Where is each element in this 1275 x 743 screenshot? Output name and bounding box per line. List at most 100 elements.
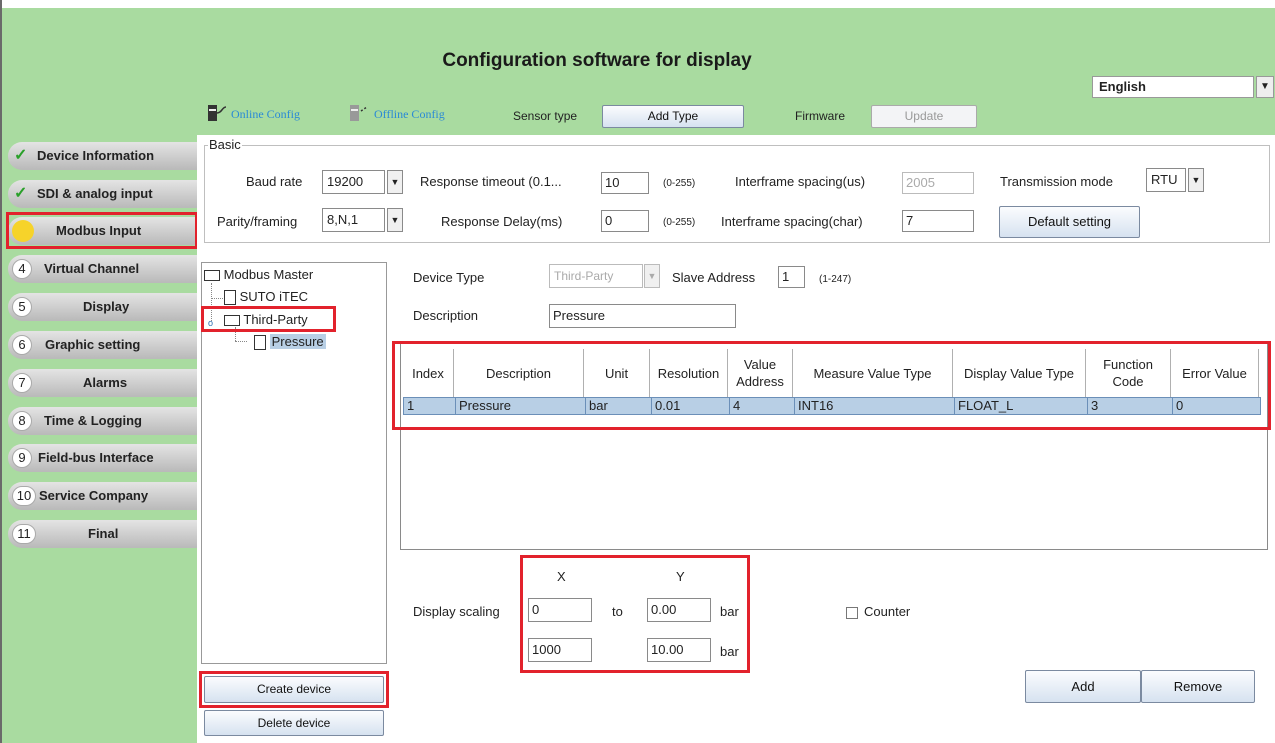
sidebar-item-graphic-setting[interactable]: 6 Graphic setting [8, 331, 198, 359]
sidebar-item-display[interactable]: 5 Display [8, 293, 198, 321]
response-delay-input[interactable]: 0 [601, 210, 649, 232]
chevron-down-icon[interactable]: ▼ [1256, 76, 1274, 98]
sidebar-item-label: Time & Logging [44, 413, 142, 428]
parity-select[interactable]: 8,N,1 [322, 208, 385, 232]
offline-config-link[interactable]: Offline Config [374, 107, 445, 122]
table-cell: INT16 [794, 398, 954, 414]
tree-root-label: Modbus Master [223, 267, 314, 282]
tree-leaf-pressure[interactable]: Pressure [254, 334, 326, 351]
step-number: 11 [12, 524, 36, 544]
sidebar-item-label: Service Company [39, 488, 149, 503]
column-header[interactable]: Error Value [1171, 349, 1259, 397]
interframe-us-input[interactable]: 2005 [902, 172, 974, 194]
chevron-down-icon[interactable]: ▼ [387, 208, 403, 232]
scaling-x2-input[interactable]: 1000 [528, 638, 592, 662]
tree-connector [235, 327, 237, 341]
slave-address-input[interactable]: 1 [778, 266, 805, 288]
chevron-down-icon[interactable]: ▼ [644, 264, 660, 288]
scaling-y1-input[interactable]: 0.00 [647, 598, 711, 622]
online-plug-icon[interactable] [206, 103, 228, 125]
sidebar-item-field-bus-interface[interactable]: 9 Field-bus Interface [8, 444, 198, 472]
folder-icon [224, 315, 240, 327]
online-config-link[interactable]: Online Config [231, 107, 300, 122]
file-icon [254, 335, 266, 351]
interframe-char-input[interactable]: 7 [902, 210, 974, 232]
interframe-char-label: Interframe spacing(char) [721, 214, 863, 229]
table-cell: 3 [1087, 398, 1172, 414]
chevron-down-icon[interactable]: ▼ [1188, 168, 1204, 192]
device-type-select[interactable]: Third-Party [549, 264, 643, 288]
sidebar-item-final[interactable]: 11 Final [8, 520, 198, 548]
column-header[interactable]: Display Value Type [953, 349, 1086, 397]
device-type-label: Device Type [413, 270, 485, 285]
sidebar-item-label: Field-bus Interface [38, 450, 154, 465]
sidebar-item-sdi-analog-input[interactable]: ✓ SDI & analog input [8, 180, 198, 208]
step-number: 4 [12, 259, 32, 279]
expand-toggle-icon[interactable]: o [208, 318, 213, 328]
app-window: Configuration software for display Engli… [0, 0, 1275, 743]
response-timeout-label: Response timeout (0.1... [420, 174, 562, 189]
sidebar-item-modbus-input[interactable]: Modbus Input [8, 217, 198, 245]
sidebar-item-service-company[interactable]: 10 Service Company [8, 482, 198, 510]
scaling-x1-input[interactable]: 0 [528, 598, 592, 622]
table-cell: 1 [407, 398, 415, 413]
table-cell: 0.01 [651, 398, 729, 414]
column-header[interactable]: Index [403, 349, 454, 397]
counter-checkbox[interactable] [846, 607, 858, 619]
display-scaling-label: Display scaling [413, 604, 500, 619]
language-select[interactable]: English [1092, 76, 1254, 98]
active-dot-icon [12, 220, 34, 242]
delete-device-button[interactable]: Delete device [204, 710, 384, 736]
step-number: 10 [12, 486, 36, 506]
column-header[interactable]: Resolution [650, 349, 728, 397]
sensor-type-label: Sensor type [513, 109, 578, 123]
remove-button[interactable]: Remove [1141, 670, 1255, 703]
header-bar: Configuration software for display Engli… [2, 8, 1275, 135]
device-tree: Modbus Master SUTO iTEC o Third-Party Pr… [201, 262, 387, 664]
create-device-button[interactable]: Create device [204, 676, 384, 703]
sidebar-item-virtual-channel[interactable]: 4 Virtual Channel [8, 255, 198, 283]
add-button[interactable]: Add [1025, 670, 1141, 703]
column-header[interactable]: Unit [584, 349, 650, 397]
column-header[interactable]: Description [454, 349, 584, 397]
table-row[interactable]: 1 Pressure bar 0.01 4 INT16 FLOAT_L 3 0 [403, 397, 1261, 415]
sidebar-item-alarms[interactable]: 7 Alarms [8, 369, 198, 397]
response-delay-label: Response Delay(ms) [441, 214, 563, 229]
page-title: Configuration software for display [442, 50, 752, 71]
sidebar-item-label: Graphic setting [45, 337, 141, 352]
column-header[interactable]: Value Address [728, 349, 793, 397]
slave-address-label: Slave Address [672, 270, 756, 285]
sidebar-item-device-information[interactable]: ✓ Device Information [8, 142, 198, 170]
offline-plug-icon[interactable] [348, 103, 370, 125]
tree-node-third-party[interactable]: Third-Party [224, 312, 308, 327]
response-timeout-input[interactable]: 10 [601, 172, 649, 194]
chevron-down-icon[interactable]: ▼ [387, 170, 403, 194]
tree-node-label: Third-Party [243, 312, 308, 327]
check-icon: ✓ [14, 185, 28, 202]
table-cell: 0 [1172, 398, 1260, 414]
step-number: 7 [12, 373, 32, 393]
tree-node-label: SUTO iTEC [239, 289, 309, 304]
default-setting-button[interactable]: Default setting [999, 206, 1140, 238]
sidebar-item-label: Display [83, 299, 130, 314]
tree-node-suto-itec[interactable]: SUTO iTEC [224, 289, 309, 306]
interframe-us-label: Interframe spacing(us) [735, 174, 866, 189]
slave-address-range: (1-247) [819, 274, 852, 285]
sidebar-item-time-logging[interactable]: 8 Time & Logging [8, 407, 198, 435]
unit-label: bar [720, 604, 739, 619]
table-cell: Pressure [455, 398, 585, 414]
column-header[interactable]: Function Code [1086, 349, 1171, 397]
x-header: X [557, 569, 566, 584]
transmission-mode-select[interactable]: RTU [1146, 168, 1186, 192]
column-header[interactable]: Measure Value Type [793, 349, 953, 397]
counter-label: Counter [864, 604, 911, 619]
add-type-button[interactable]: Add Type [602, 105, 744, 128]
update-button[interactable]: Update [871, 105, 977, 128]
sidebar: ✓ Device Information ✓ SDI & analog inpu… [2, 135, 198, 743]
table-cell: FLOAT_L [954, 398, 1087, 414]
description-input[interactable]: Pressure [549, 304, 736, 328]
unit-label: bar [720, 644, 739, 659]
scaling-y2-input[interactable]: 10.00 [647, 638, 711, 662]
tree-root[interactable]: Modbus Master [204, 267, 313, 282]
baud-rate-select[interactable]: 19200 [322, 170, 385, 194]
